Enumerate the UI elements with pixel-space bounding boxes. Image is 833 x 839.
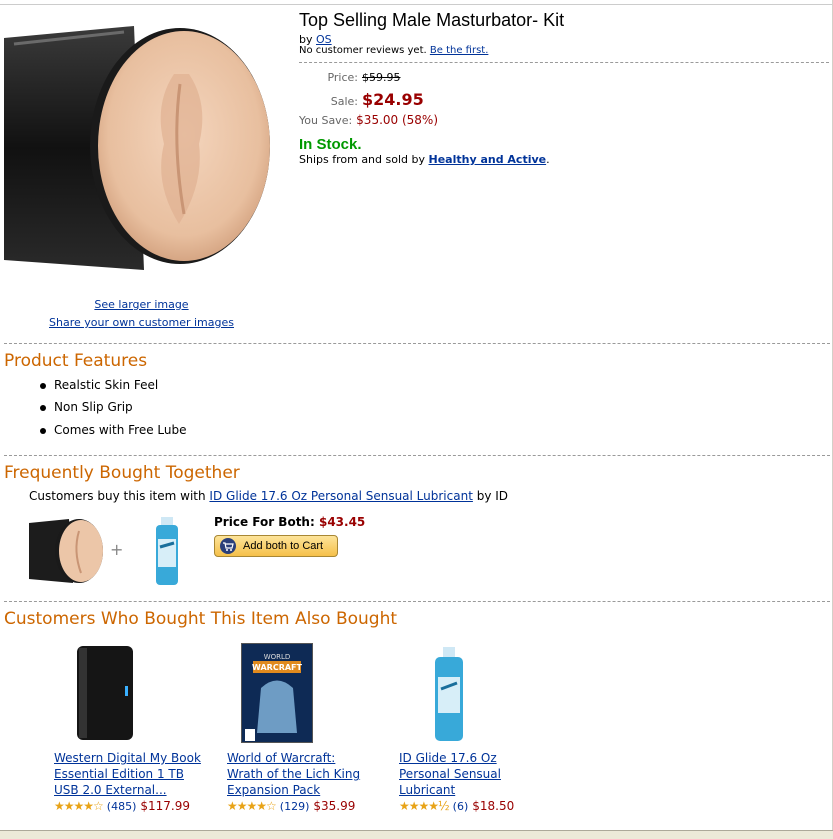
product-link-line[interactable]: Western Digital My Book (54, 751, 201, 765)
cart-icon (220, 538, 236, 554)
list-price-row: Price: $59.95 (299, 71, 401, 84)
feature-item: Comes with Free Lube (40, 423, 187, 437)
also-bought-heading: Customers Who Bought This Item Also Boug… (4, 609, 398, 629)
product-link-line[interactable]: Wrath of the Lich King (227, 767, 360, 781)
product-link-line[interactable]: Essential Edition 1 TB (54, 767, 184, 781)
feature-item: Realstic Skin Feel (40, 378, 158, 392)
star-rating-icon[interactable]: ★★★★☆ (227, 798, 277, 814)
list-price: $59.95 (362, 71, 401, 84)
add-both-label: Add both to Cart (243, 540, 324, 552)
sale-price: $24.95 (362, 90, 424, 109)
fbt-suffix: by ID (476, 489, 509, 503)
fbt-heading: Frequently Bought Together (4, 463, 240, 483)
lubricant-thumbnail[interactable] (152, 517, 182, 587)
ships-text: Ships from and sold by (299, 153, 425, 166)
fbt-prefix: Customers buy this item with (29, 489, 206, 503)
warcraft-box-image[interactable]: WORLD WARCRAFT (241, 643, 313, 743)
stock-status: In Stock. (299, 136, 362, 153)
review-count[interactable]: (129) (280, 800, 310, 813)
product-link[interactable]: World of Warcraft: Wrath of the Lich King… (227, 750, 392, 798)
also-bought-item: Western Digital My Book Essential Edition… (54, 750, 219, 815)
product-link-line[interactable]: Expansion Pack (227, 783, 320, 797)
review-count[interactable]: (485) (107, 800, 137, 813)
also-bought-item: ID Glide 17.6 Oz Personal Sensual Lubrican… (399, 750, 564, 815)
fbt-line: Customers buy this item with ID Glide 17… (29, 489, 508, 503)
fbt-product-thumbnail[interactable] (29, 517, 103, 585)
window-top-border (0, 0, 833, 5)
first-review-link[interactable]: Be the first. (430, 45, 489, 56)
product-link-line[interactable]: World of Warcraft: (227, 751, 335, 765)
price-both-label: Price For Both: (214, 515, 315, 529)
plus-sign: + (110, 540, 124, 559)
divider (4, 601, 830, 602)
share-images-link[interactable]: Share your own customer images (49, 316, 234, 329)
divider (4, 455, 830, 456)
feature-text: Realstic Skin Feel (54, 378, 159, 392)
bullet-icon (40, 404, 46, 411)
reviews-text: No customer reviews yet. (299, 45, 427, 56)
bullet-icon (40, 427, 46, 434)
product-link-line[interactable]: USB 2.0 External... (54, 783, 167, 797)
reviews-line: No customer reviews yet. Be the first. (299, 45, 488, 56)
product-link[interactable]: ID Glide 17.6 Oz Personal Sensual Lubrican… (399, 750, 564, 798)
bullet-icon (40, 382, 46, 389)
divider (299, 62, 829, 63)
features-heading: Product Features (4, 351, 148, 371)
star-rating-icon[interactable]: ★★★★½ (399, 798, 450, 814)
lubricant-bottle-image[interactable] (431, 647, 467, 743)
add-both-to-cart-button[interactable]: Add both to Cart (214, 535, 338, 557)
product-link-line[interactable]: Personal Sensual (399, 767, 501, 781)
feature-item: Non Slip Grip (40, 400, 133, 414)
feature-text: Comes with Free Lube (54, 423, 187, 437)
seller-link[interactable]: Healthy and Active (429, 153, 547, 166)
feature-text: Non Slip Grip (54, 400, 133, 414)
you-save-row: You Save: $35.00 (58%) (299, 113, 438, 127)
ships-line: Ships from and sold by Healthy and Activ… (299, 153, 550, 166)
product-link[interactable]: Western Digital My Book Essential Edition… (54, 750, 219, 798)
external-drive-image[interactable] (75, 646, 135, 742)
save-label: You Save: (299, 114, 353, 127)
see-larger-image-link[interactable]: See larger image (94, 298, 188, 311)
product-price: $35.99 (313, 799, 356, 813)
review-count[interactable]: (6) (453, 800, 469, 813)
price-label: Price: (327, 71, 358, 84)
also-bought-item: World of Warcraft: Wrath of the Lich King… (227, 750, 392, 815)
svg-text:WORLD: WORLD (264, 653, 291, 661)
fbt-item-link[interactable]: ID Glide 17.6 Oz Personal Sensual Lubric… (209, 489, 472, 503)
price-both-value: $43.45 (318, 515, 366, 529)
product-link-line[interactable]: ID Glide 17.6 Oz (399, 751, 497, 765)
price-for-both: Price For Both: $43.45 (214, 515, 365, 529)
sale-price-row: Sale: $24.95 (299, 90, 424, 109)
product-title: Top Selling Male Masturbator- Kit (299, 10, 565, 30)
svg-text:WARCRAFT: WARCRAFT (252, 663, 303, 672)
star-rating-icon[interactable]: ★★★★☆ (54, 798, 104, 814)
ships-end: . (546, 153, 550, 166)
product-link-line[interactable]: Lubricant (399, 783, 455, 797)
product-image[interactable] (4, 24, 272, 272)
product-price: $18.50 (472, 799, 515, 813)
save-amount: $35.00 (58%) (356, 113, 439, 127)
product-price: $117.99 (140, 799, 191, 813)
sale-label: Sale: (330, 95, 358, 108)
divider (4, 343, 830, 344)
